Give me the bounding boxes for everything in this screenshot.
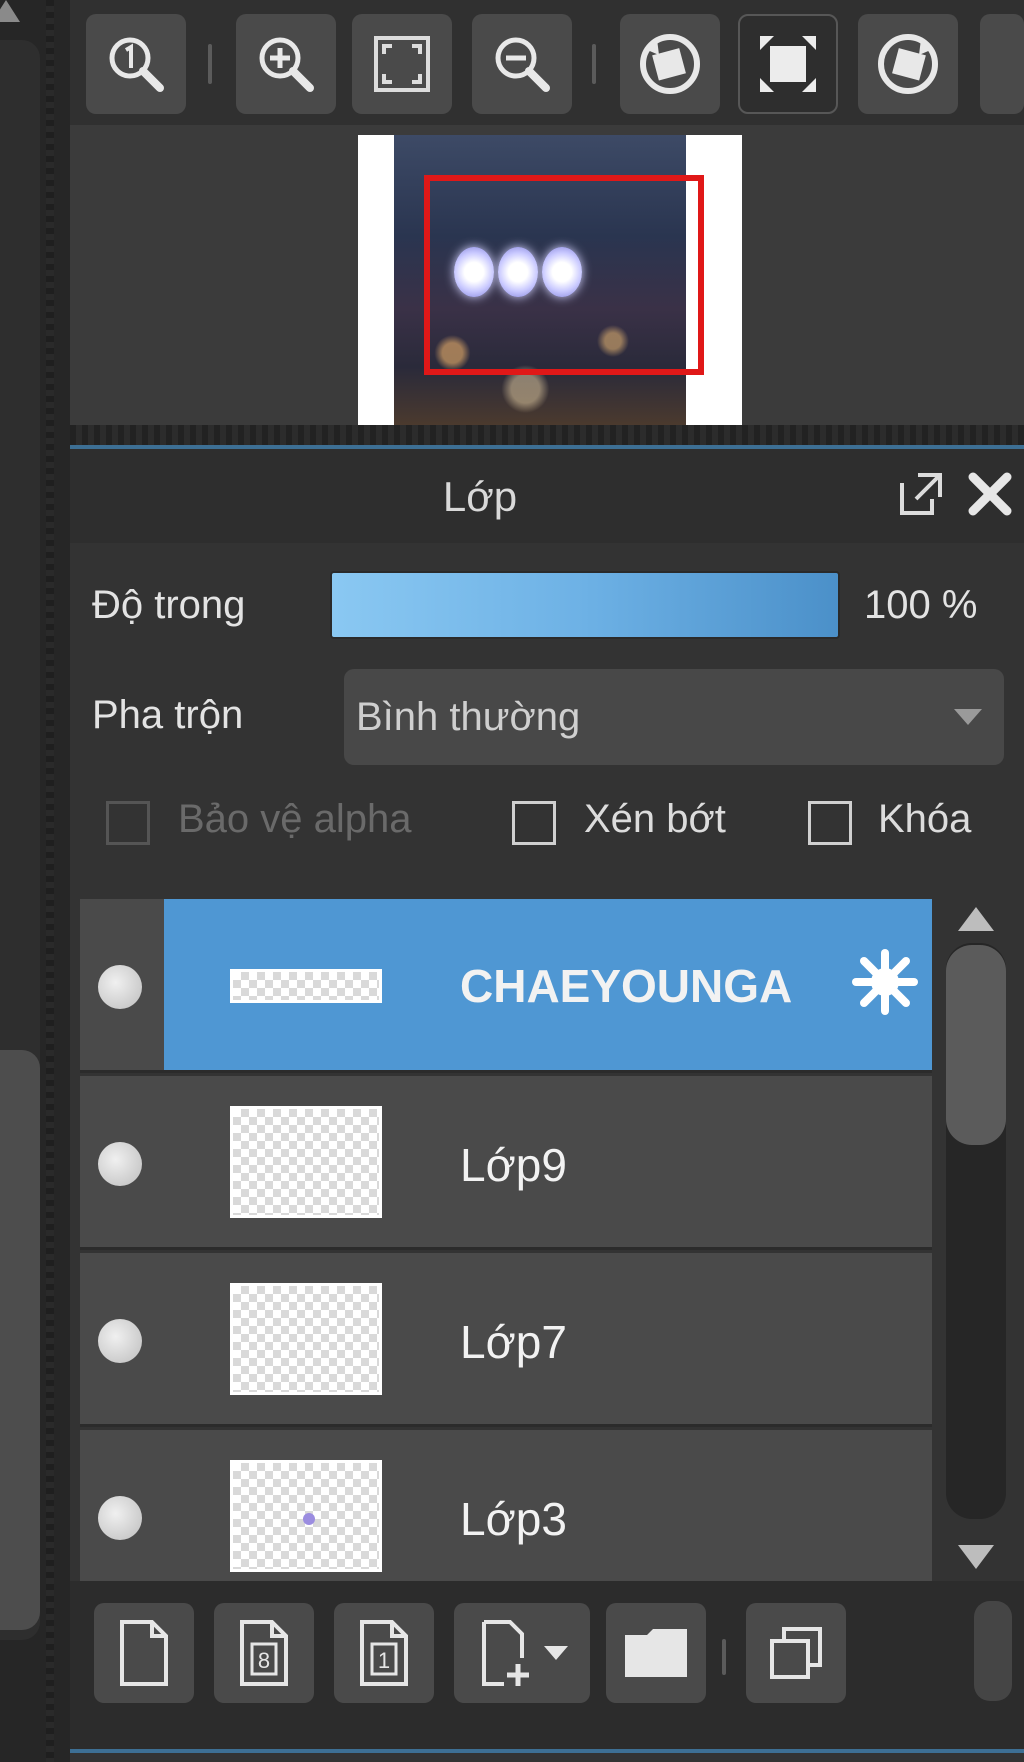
toolbar-overflow-button[interactable] [974,1601,1012,1701]
left-scroll-thumb[interactable] [0,1050,40,1630]
layer-name: Lớp7 [460,1316,567,1368]
scroll-up-icon[interactable] [958,907,994,931]
zoom-actual-icon [109,37,164,92]
snowflake-icon [852,949,918,1015]
rotate-left-icon [640,34,700,94]
visibility-toggle[interactable] [98,1142,142,1186]
layer-thumbnail [230,1460,382,1572]
svg-text:1: 1 [378,1648,390,1673]
1bit-layer-icon: 1 [360,1620,408,1686]
opacity-slider[interactable] [330,571,840,639]
clipping-checkbox[interactable] [512,801,556,845]
panel-splitter[interactable] [46,0,54,1762]
new-layer-button[interactable] [94,1603,194,1703]
canvas-thumbnail [358,135,742,425]
navigator-resize-grip[interactable] [70,425,1024,445]
layer-thumbnail [230,969,382,1003]
zoom-out-icon [495,37,550,92]
left-scrollbar-area [0,0,70,1762]
fit-screen-icon [374,36,430,92]
new-page-icon [120,1620,168,1686]
opacity-value: 100 % [864,583,978,627]
visibility-toggle[interactable] [98,1496,142,1540]
layer-row[interactable]: CHAEYOUNGA [80,899,932,1073]
layer-row[interactable]: Lớp3 [80,1430,932,1589]
zoom-in-icon [259,37,314,92]
zoom-actual-button[interactable] [86,14,186,114]
fit-screen-button[interactable] [352,14,452,114]
close-icon[interactable] [965,469,1015,519]
layer-content-mark [303,1513,315,1525]
visibility-toggle[interactable] [98,1319,142,1363]
canvas-image [394,135,704,425]
rotate-right-icon [878,34,938,94]
duplicate-layer-button[interactable] [746,1603,846,1703]
rotate-right-button[interactable] [858,14,958,114]
folder-icon [625,1629,687,1677]
lock-checkbox[interactable] [808,801,852,845]
layer-thumbnail [230,1283,382,1395]
add-page-icon [482,1620,529,1686]
viewport-rectangle[interactable] [424,175,704,375]
layer-name: Lớp3 [460,1493,567,1545]
chevron-down-icon [544,1646,568,1660]
blend-mode-value: Bình thường [356,695,581,739]
layer-toolbar: 8 1 [70,1581,1024,1751]
layer-panel: Lớp Độ trong 100 % Pha trộn Bình thường … [70,449,1024,1762]
toolbar-overflow-button[interactable] [980,14,1024,114]
duplicate-icon [770,1627,822,1679]
new-folder-button[interactable] [606,1603,706,1703]
clipping-label: Xén bớt [584,797,726,841]
layer-thumbnail [230,1106,382,1218]
navigator-toolbar [70,0,1024,125]
scroll-thumb[interactable] [946,945,1006,1145]
new-8bit-layer-button[interactable]: 8 [214,1603,314,1703]
layer-name: CHAEYOUNGA [460,960,793,1012]
toolbar-separator [592,44,596,84]
chevron-down-icon [954,709,982,725]
zoom-in-button[interactable] [236,14,336,114]
layer-list-scrollbar[interactable] [940,899,1010,1579]
panel-divider [70,1749,1024,1753]
add-layer-menu-button[interactable] [454,1603,590,1703]
layer-list: CHAEYOUNGA Lớp9 Lớp7 Lớp3 [80,899,932,1589]
visibility-toggle[interactable] [98,965,142,1009]
rotate-left-button[interactable] [620,14,720,114]
reset-rotation-button[interactable] [738,14,838,114]
layer-name: Lớp9 [460,1139,567,1191]
scroll-down-icon[interactable] [958,1545,994,1569]
lock-label: Khóa [878,797,972,841]
toolbar-separator [722,1639,726,1675]
navigator-preview[interactable] [70,125,1024,425]
protect-alpha-checkbox[interactable] [106,801,150,845]
toolbar-separator [208,44,212,84]
svg-text:8: 8 [258,1648,270,1673]
layer-panel-header: Lớp [70,449,1024,543]
layer-row[interactable]: Lớp7 [80,1253,932,1427]
new-1bit-layer-button[interactable]: 1 [334,1603,434,1703]
opacity-label: Độ trong [92,583,246,627]
popout-icon[interactable] [896,469,946,519]
reset-rotation-icon [760,36,816,92]
8bit-layer-icon: 8 [240,1620,288,1686]
blend-mode-label: Pha trộn [92,693,244,737]
zoom-out-button[interactable] [472,14,572,114]
panel-title: Lớp [442,473,518,520]
scroll-up-arrow-icon[interactable] [0,0,20,22]
protect-alpha-label: Bảo vệ alpha [178,797,412,841]
layer-row[interactable]: Lớp9 [80,1076,932,1250]
blend-mode-select[interactable]: Bình thường [344,669,1004,765]
